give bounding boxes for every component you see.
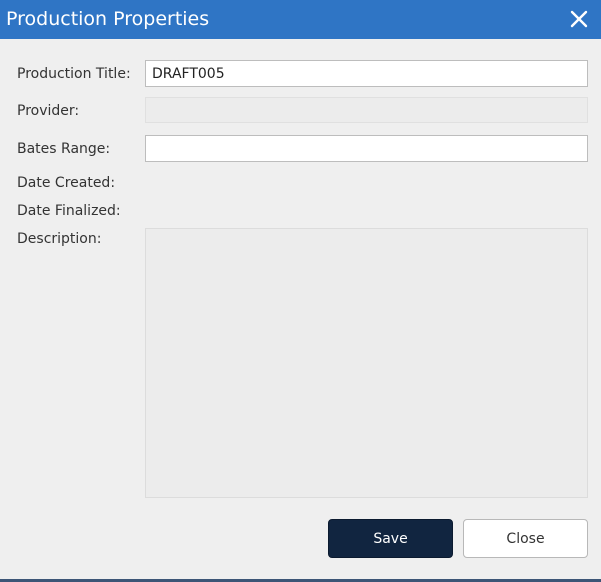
provider-label: Provider:	[17, 103, 80, 119]
description-label: Description:	[17, 231, 102, 247]
close-button[interactable]: Close	[463, 519, 588, 558]
production-title-label: Production Title:	[17, 66, 131, 82]
dialog-titlebar: Production Properties	[0, 0, 601, 39]
description-textarea	[145, 228, 588, 498]
save-button[interactable]: Save	[328, 519, 453, 558]
production-properties-dialog: Production Properties Production Title: …	[0, 0, 601, 582]
date-created-label: Date Created:	[17, 175, 116, 191]
close-icon-graphic	[570, 10, 588, 28]
bates-range-input[interactable]	[145, 135, 588, 162]
bates-range-label: Bates Range:	[17, 141, 111, 157]
close-icon[interactable]	[567, 7, 591, 31]
production-title-input[interactable]	[145, 60, 588, 87]
provider-input	[145, 97, 588, 123]
date-finalized-label: Date Finalized:	[17, 203, 121, 219]
dialog-title: Production Properties	[6, 8, 210, 30]
